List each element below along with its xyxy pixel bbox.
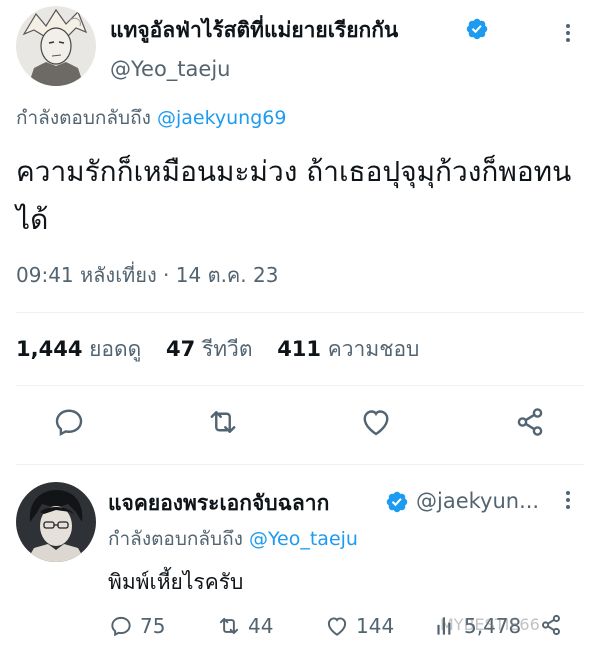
retweets-label: รีทวีต — [201, 337, 253, 361]
main-tweet-avatar[interactable] — [16, 6, 96, 86]
more-options-icon[interactable] — [556, 488, 580, 512]
tweet-stats: 1,444 ยอดดู 47 รีทวีต 411 ความชอบ — [16, 333, 437, 366]
retweet-action[interactable]: 44 — [216, 612, 273, 640]
reply-count: 75 — [140, 614, 166, 638]
verified-badge-icon — [385, 490, 409, 514]
main-tweet: แทจูอัลฟ่าไร้สติที่แม่ยายเรียกกัน @Yeo_t… — [0, 0, 600, 470]
like-action[interactable]: 144 — [324, 612, 394, 640]
retweet-count: 44 — [248, 614, 274, 638]
replying-to-label: กำลังตอบกลับถึง — [16, 107, 151, 129]
reply-tweet-avatar[interactable] — [16, 482, 96, 562]
views-label: ยอดดู — [89, 337, 142, 361]
replying-to-line: กำลังตอบกลับถึง @jaekyung69 — [16, 103, 286, 133]
more-options-icon[interactable] — [556, 21, 580, 45]
replying-to-mention[interactable]: @Yeo_taeju — [249, 528, 358, 550]
watermark: MYBESTIE66 — [440, 615, 540, 634]
reply-tweet-handle[interactable]: @jaekyun... — [416, 489, 539, 513]
divider — [16, 464, 584, 465]
like-icon — [327, 617, 347, 636]
reply-action[interactable]: 75 — [108, 612, 165, 640]
reply-tweet-display-name[interactable]: แจคยองพระเอกจับฉลาก — [108, 487, 329, 520]
reply-icon — [111, 616, 131, 637]
likes-count[interactable]: 411 — [277, 337, 321, 361]
retweets-count[interactable]: 47 — [166, 337, 195, 361]
retweet-icon[interactable] — [205, 404, 241, 440]
divider — [16, 312, 584, 313]
main-tweet-handle[interactable]: @Yeo_taeju — [110, 57, 230, 81]
divider — [16, 385, 584, 386]
like-icon[interactable] — [358, 404, 394, 440]
share-icon[interactable] — [512, 404, 548, 440]
verified-badge-icon — [465, 17, 489, 41]
retweet-icon — [219, 617, 239, 635]
likes-label: ความชอบ — [327, 337, 420, 361]
replying-to-mention[interactable]: @jaekyung69 — [157, 107, 287, 129]
reply-icon[interactable] — [51, 404, 87, 440]
tweet-timestamp[interactable]: 09:41 หลังเที่ยง · 14 ต.ค. 23 — [16, 259, 278, 291]
like-count: 144 — [356, 614, 395, 638]
main-tweet-display-name[interactable]: แทจูอัลฟ่าไร้สติที่แม่ยายเรียกกัน — [110, 14, 398, 47]
tweet-text: ความรักก็เหมือนมะม่วง ถ้าเธอปุจุมุก้วงก็… — [16, 155, 572, 236]
reply-tweet-text: พิมพ์เหี้ยไรครับ — [108, 570, 244, 594]
reply-replying-to-line: กำลังตอบกลับถึง @Yeo_taeju — [108, 524, 358, 554]
views-count[interactable]: 1,444 — [16, 337, 82, 361]
replying-to-label: กำลังตอบกลับถึง — [108, 528, 243, 550]
share-icon[interactable] — [538, 612, 564, 638]
